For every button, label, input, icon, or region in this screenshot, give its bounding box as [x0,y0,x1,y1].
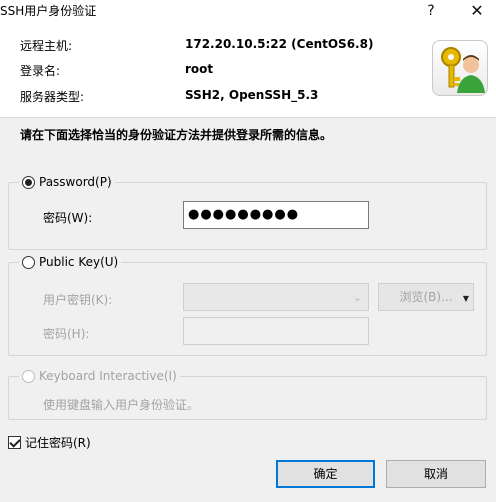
host-value: 172.20.10.5:22 (CentOS6.8) [185,37,374,51]
public-key-radio[interactable]: Public Key(U) [19,253,122,271]
passphrase-input[interactable] [183,317,369,345]
password-group: Password(P) 密码(W): ●●●●●●●●● [8,173,487,250]
password-radio[interactable]: Password(P) [19,173,115,191]
public-key-group: Public Key(U) 用户密钥(K): ⌄ 浏览(B)... ▼ 密码(H… [8,253,487,356]
title-bar: SSH用户身份验证 ? ✕ [0,0,496,22]
keyboard-interactive-radio[interactable]: Keyboard Interactive(I) [19,367,180,385]
instruction-text: 请在下面选择恰当的身份验证方法并提供登录所需的信息。 [20,128,333,142]
user-key-label: 用户密钥(K): [43,293,113,307]
login-label: 登录名: [20,64,61,78]
user-key-icon [432,40,488,96]
remember-password-label: 记住密码(R) [25,436,91,450]
login-value: root [185,62,214,76]
remember-password-check[interactable] [8,436,21,449]
help-button[interactable]: ? [414,0,448,22]
keyboard-interactive-radio-button[interactable] [22,369,35,383]
browse-label: 浏览(B)... [399,290,453,304]
ok-button[interactable]: 确定 [276,460,375,488]
cancel-button[interactable]: 取消 [386,460,486,488]
close-button[interactable]: ✕ [460,0,494,22]
server-type-label: 服务器类型: [20,90,85,104]
connection-info: 远程主机: 172.20.10.5:22 (CentOS6.8) 登录名: ro… [0,22,496,117]
public-key-radio-label: Public Key(U) [39,255,119,269]
password-radio-button[interactable] [22,175,35,189]
passphrase-label: 密码(H): [43,327,90,341]
password-radio-label: Password(P) [39,175,112,189]
keyboard-interactive-description: 使用键盘输入用户身份验证。 [43,398,200,412]
auth-panel: 请在下面选择恰当的身份验证方法并提供登录所需的信息。 Password(P) 密… [0,118,496,502]
browse-button[interactable]: 浏览(B)... ▼ [378,283,474,311]
chevron-down-icon: ⌄ [352,291,362,304]
window-title: SSH用户身份验证 [0,4,97,18]
keyboard-interactive-label: Keyboard Interactive(I) [39,369,177,383]
keyboard-interactive-group: Keyboard Interactive(I) 使用键盘输入用户身份验证。 [8,367,487,420]
remember-password-checkbox[interactable]: 记住密码(R) [8,434,91,451]
host-label: 远程主机: [20,39,73,53]
server-type-value: SSH2, OpenSSH_5.3 [185,88,319,102]
password-input[interactable]: ●●●●●●●●● [183,201,369,229]
dropdown-arrow-icon: ▼ [462,294,469,303]
public-key-radio-button[interactable] [22,255,35,269]
password-label: 密码(W): [43,211,93,225]
user-key-select[interactable]: ⌄ [183,283,369,311]
